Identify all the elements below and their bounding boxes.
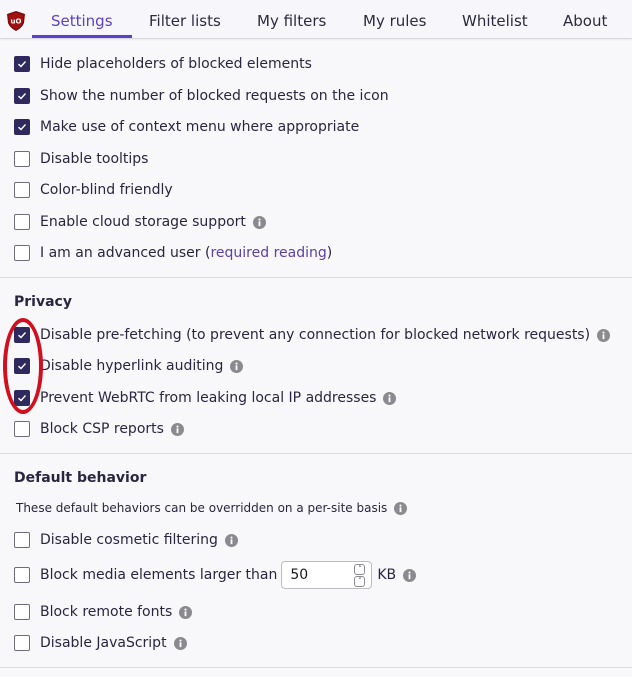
section-divider bbox=[0, 277, 632, 278]
setting-label: Block CSP reports bbox=[40, 421, 164, 437]
setting-label: Disable cosmetic filtering bbox=[40, 532, 218, 548]
svg-text:uO: uO bbox=[11, 18, 22, 26]
setting-label-prefix: I am an advanced user ( bbox=[40, 245, 211, 261]
setting-label: Disable tooltips bbox=[40, 151, 149, 167]
setting-label: Show the number of blocked requests on t… bbox=[40, 88, 389, 104]
setting-disable-cosmetic-filtering[interactable]: Disable cosmetic filtering bbox=[14, 530, 238, 550]
info-icon[interactable] bbox=[394, 501, 408, 515]
setting-context-menu[interactable]: Make use of context menu where appropria… bbox=[14, 117, 359, 137]
checkbox-checked[interactable] bbox=[14, 119, 30, 135]
info-icon[interactable] bbox=[230, 359, 244, 373]
setting-hide-placeholders[interactable]: Hide placeholders of blocked elements bbox=[14, 54, 312, 74]
setting-disable-hyperlink-auditing[interactable]: Disable hyperlink auditing bbox=[14, 356, 244, 376]
setting-advanced-user[interactable]: I am an advanced user (required reading) bbox=[14, 243, 332, 263]
setting-block-csp-reports[interactable]: Block CSP reports bbox=[14, 419, 184, 439]
setting-label: Make use of context menu where appropria… bbox=[40, 119, 360, 135]
setting-label: Hide placeholders of blocked elements bbox=[40, 56, 312, 72]
checkbox-unchecked[interactable] bbox=[14, 635, 30, 651]
setting-label: Disable hyperlink auditing bbox=[40, 358, 224, 374]
info-icon[interactable] bbox=[170, 422, 184, 436]
media-size-input[interactable]: 50 ˄ ˅ bbox=[281, 561, 373, 589]
checkbox-unchecked[interactable] bbox=[14, 182, 30, 198]
checkbox-unchecked[interactable] bbox=[14, 421, 30, 437]
required-reading-link[interactable]: required reading bbox=[210, 245, 326, 261]
tab-about[interactable]: About bbox=[563, 0, 607, 39]
setting-label: Block media elements larger than bbox=[40, 567, 278, 583]
check-icon bbox=[18, 61, 27, 68]
info-icon[interactable] bbox=[252, 215, 266, 229]
setting-disable-javascript[interactable]: Disable JavaScript bbox=[14, 633, 187, 653]
checkbox-checked[interactable] bbox=[14, 88, 30, 104]
checkbox-unchecked[interactable] bbox=[14, 532, 30, 548]
checkbox-checked[interactable] bbox=[14, 327, 30, 343]
tab-filter-lists[interactable]: Filter lists bbox=[149, 0, 221, 39]
default-behavior-heading: Default behavior bbox=[14, 470, 147, 486]
info-icon[interactable] bbox=[597, 328, 611, 342]
checkbox-unchecked[interactable] bbox=[14, 245, 30, 261]
ublock-logo-icon: uO bbox=[7, 11, 25, 31]
setting-label: Disable pre-fetching (to prevent any con… bbox=[40, 327, 591, 343]
checkbox-checked[interactable] bbox=[14, 390, 30, 406]
checkbox-unchecked[interactable] bbox=[14, 604, 30, 620]
check-icon bbox=[18, 93, 27, 100]
number-spinner[interactable]: ˄ ˅ bbox=[354, 563, 366, 587]
check-icon bbox=[18, 124, 27, 131]
setting-cloud-storage[interactable]: Enable cloud storage support bbox=[14, 212, 266, 232]
spin-up-icon[interactable]: ˄ bbox=[354, 563, 366, 575]
top-nav: uO Settings Filter lists My filters My r… bbox=[0, 0, 632, 39]
check-icon bbox=[18, 395, 27, 402]
info-icon[interactable] bbox=[403, 568, 417, 582]
setting-disable-prefetching[interactable]: Disable pre-fetching (to prevent any con… bbox=[14, 325, 611, 345]
checkbox-unchecked[interactable] bbox=[14, 567, 30, 583]
setting-label: Block remote fonts bbox=[40, 604, 173, 620]
info-icon[interactable] bbox=[173, 636, 187, 650]
setting-block-large-media[interactable]: Block media elements larger than 50 ˄ ˅ … bbox=[14, 561, 417, 589]
section-divider bbox=[0, 453, 632, 454]
setting-prevent-webrtc-leak[interactable]: Prevent WebRTC from leaking local IP add… bbox=[14, 388, 397, 408]
note-text: These default behaviors can be overridde… bbox=[16, 501, 388, 515]
setting-label: Color-blind friendly bbox=[40, 182, 173, 198]
setting-color-blind[interactable]: Color-blind friendly bbox=[14, 180, 173, 200]
checkbox-checked[interactable] bbox=[14, 56, 30, 72]
setting-disable-tooltips[interactable]: Disable tooltips bbox=[14, 149, 148, 169]
setting-label: Enable cloud storage support bbox=[40, 214, 246, 230]
info-icon[interactable] bbox=[224, 533, 238, 547]
setting-show-blocked-count[interactable]: Show the number of blocked requests on t… bbox=[14, 86, 389, 106]
tab-settings[interactable]: Settings bbox=[32, 0, 131, 39]
section-divider bbox=[0, 667, 632, 668]
setting-block-remote-fonts[interactable]: Block remote fonts bbox=[14, 602, 193, 622]
default-behavior-note: These default behaviors can be overridde… bbox=[16, 501, 408, 515]
setting-label: Prevent WebRTC from leaking local IP add… bbox=[40, 390, 377, 406]
media-size-value: 50 bbox=[290, 567, 309, 583]
checkbox-unchecked[interactable] bbox=[14, 214, 30, 230]
tab-whitelist[interactable]: Whitelist bbox=[462, 0, 528, 39]
info-icon[interactable] bbox=[179, 605, 193, 619]
checkbox-unchecked[interactable] bbox=[14, 151, 30, 167]
tab-my-rules[interactable]: My rules bbox=[363, 0, 426, 39]
setting-label-suffix: ) bbox=[326, 245, 333, 261]
unit-label: KB bbox=[377, 567, 397, 583]
setting-label: Disable JavaScript bbox=[40, 635, 167, 651]
checkbox-checked[interactable] bbox=[14, 358, 30, 374]
tab-my-filters[interactable]: My filters bbox=[257, 0, 326, 39]
spin-down-icon[interactable]: ˅ bbox=[354, 575, 366, 587]
check-icon bbox=[18, 363, 27, 370]
info-icon[interactable] bbox=[383, 391, 397, 405]
privacy-heading: Privacy bbox=[14, 294, 72, 310]
check-icon bbox=[18, 332, 27, 339]
